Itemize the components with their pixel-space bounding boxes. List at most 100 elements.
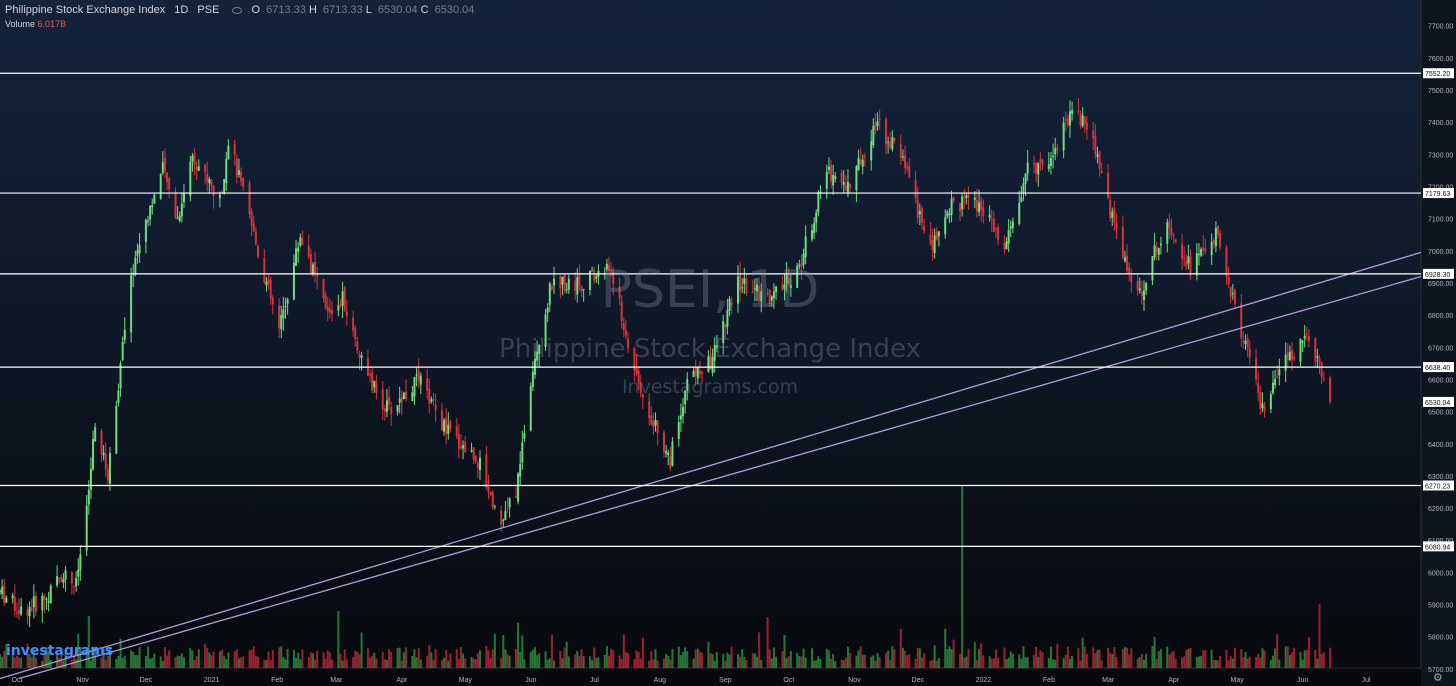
- volume-bar: [180, 653, 183, 668]
- candle-body: [1121, 226, 1124, 258]
- volume-bar: [462, 653, 465, 668]
- volume-bar: [311, 653, 314, 668]
- volume-bar: [136, 655, 139, 668]
- volume-bar: [1123, 647, 1126, 668]
- y-tick-label: 6700.00: [1428, 345, 1453, 352]
- volume-bar: [1233, 647, 1236, 668]
- candle-body: [766, 292, 769, 294]
- symbol-title[interactable]: Philippine Stock Exchange Index: [5, 4, 165, 16]
- interval-label[interactable]: 1D: [174, 4, 188, 16]
- candle-body: [1202, 247, 1205, 251]
- chart-canvas[interactable]: 5700.005800.005900.006000.006100.006200.…: [0, 0, 1456, 686]
- candle-body: [180, 203, 183, 217]
- candle-body: [1136, 281, 1139, 291]
- candle-body: [174, 191, 177, 219]
- candle-body: [686, 379, 689, 391]
- last-price-label: 6530.04: [1425, 400, 1450, 407]
- volume-bar: [271, 650, 274, 668]
- volume-bar: [959, 653, 962, 668]
- volume-bar: [1240, 649, 1243, 668]
- volume-bar: [1098, 649, 1101, 668]
- candle-body: [402, 392, 405, 400]
- candle-body: [20, 606, 23, 615]
- volume-bar: [457, 658, 460, 668]
- candle-body: [506, 508, 509, 510]
- volume-bar: [1126, 647, 1129, 668]
- candle-body: [830, 164, 833, 182]
- candle-body: [485, 454, 488, 488]
- x-tick-label: Feb: [271, 677, 283, 684]
- candle-body: [11, 595, 14, 599]
- volume-bar: [918, 648, 921, 668]
- volume-bar: [221, 649, 224, 668]
- candle-body: [1153, 245, 1156, 258]
- candle-body: [189, 161, 192, 196]
- volume-bar: [1003, 647, 1006, 668]
- candle-body: [804, 236, 807, 257]
- volume-bar: [1026, 657, 1029, 668]
- level-label: 7552.20: [1425, 71, 1450, 78]
- candle-body: [713, 345, 716, 361]
- candle-body: [212, 185, 215, 197]
- candle-body: [309, 254, 312, 274]
- volume-bar: [906, 655, 909, 668]
- candle-body: [743, 278, 746, 284]
- candle-body: [635, 366, 638, 374]
- candle-body: [134, 257, 137, 275]
- candle-body: [3, 585, 6, 604]
- volume-bar: [1181, 657, 1184, 668]
- candle-body: [988, 214, 991, 218]
- volume-bar: [1214, 660, 1217, 668]
- volume-bar: [223, 656, 226, 668]
- volume-bar: [87, 615, 90, 668]
- candle-body: [358, 354, 361, 358]
- volume-bar: [652, 659, 655, 668]
- candle-body: [381, 389, 384, 410]
- volume-bar: [637, 652, 640, 668]
- volume-bar: [250, 649, 253, 668]
- candle-body: [654, 420, 657, 426]
- x-tick-label: 2022: [976, 677, 992, 684]
- volume-bar: [990, 658, 993, 668]
- volume-bar: [899, 628, 902, 668]
- volume-bar: [1303, 650, 1306, 668]
- volume-bar: [707, 641, 710, 668]
- volume-bar: [1138, 657, 1141, 668]
- volume-bar: [1018, 654, 1021, 668]
- volume-bar: [459, 646, 462, 668]
- candle-body: [1052, 156, 1055, 158]
- candle-body: [354, 328, 357, 340]
- candle-body: [531, 371, 534, 387]
- candle-body: [679, 415, 682, 420]
- candle-body: [345, 311, 348, 317]
- volume-bar: [267, 651, 270, 668]
- volume-bar: [1011, 653, 1014, 668]
- candle-body: [849, 183, 852, 188]
- candle-body: [123, 329, 126, 341]
- volume-bar: [263, 659, 266, 668]
- volume-bar: [1035, 646, 1038, 668]
- volume-bar: [132, 651, 135, 668]
- volume-bar: [768, 649, 771, 668]
- candle-body: [1329, 377, 1332, 402]
- volume-bar: [134, 655, 137, 668]
- candle-body: [26, 609, 29, 616]
- volume-bar: [624, 652, 627, 668]
- volume-bar: [354, 650, 357, 668]
- volume-bar: [381, 651, 384, 668]
- chart-root: 5700.005800.005900.006000.006100.006200.…: [0, 0, 1456, 686]
- volume-bar: [1049, 646, 1052, 668]
- candle-body: [178, 215, 181, 222]
- volume-bar: [781, 651, 784, 668]
- volume-bar: [1227, 660, 1230, 668]
- candle-body: [1255, 358, 1258, 380]
- volume-bar: [1200, 655, 1203, 668]
- candle-body: [1011, 221, 1014, 228]
- visibility-icon[interactable]: [232, 6, 243, 14]
- volume-bar: [840, 659, 843, 668]
- candle-body: [176, 218, 179, 220]
- gear-icon[interactable]: ⚙: [1433, 671, 1443, 684]
- volume-bar: [13, 657, 16, 668]
- volume-bar: [730, 646, 733, 668]
- ohlc-open-key: O: [251, 4, 261, 16]
